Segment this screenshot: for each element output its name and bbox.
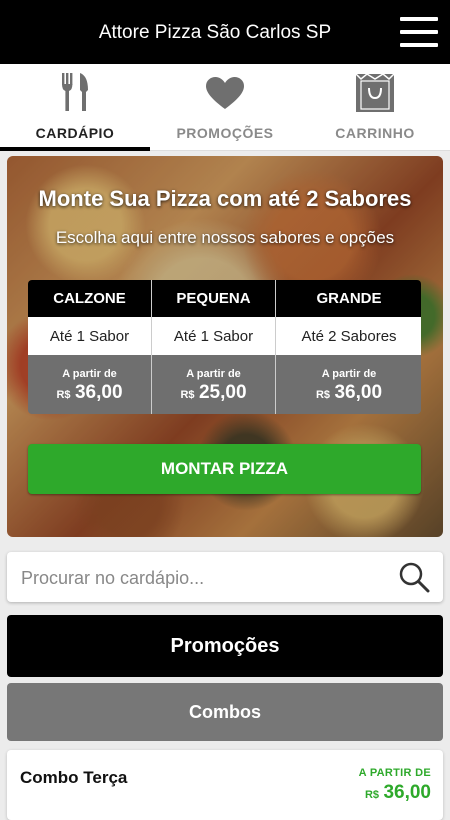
category-promocoes[interactable]: Promoções [7,615,443,677]
tab-promocoes[interactable]: PROMOÇÕES [150,64,300,150]
shopping-bag-icon [355,73,395,118]
hamburger-menu-icon[interactable] [400,17,438,47]
size-name: CALZONE [28,280,151,317]
build-pizza-button[interactable]: MONTAR PIZZA [28,444,421,494]
search-icon[interactable] [398,561,430,598]
size-price: R$ 36,00 [315,382,383,403]
heart-icon [205,76,245,115]
tab-carrinho[interactable]: CARRINHO [300,64,450,150]
size-flavors: Até 1 Sabor [28,317,151,355]
menu-search-bar [7,552,443,602]
category-combos[interactable]: Combos [7,683,443,741]
top-bar: Attore Pizza São Carlos SP [0,0,450,64]
size-price: R$ 36,00 [56,382,123,403]
item-price: R$ 36,00 [364,782,431,803]
fork-knife-icon [60,72,90,117]
size-name: PEQUENA [152,280,275,317]
tab-carrinho-label: CARRINHO [335,125,415,141]
price-from-label: A partir de [321,368,377,380]
app-title: Attore Pizza São Carlos SP [98,22,332,43]
item-price-from-label: A PARTIR DE [358,767,431,779]
size-price-box: A partir de R$ 36,00 [28,355,151,414]
menu-search-input[interactable] [19,560,383,596]
size-price-box: A partir de R$ 36,00 [276,355,421,414]
banner-subtitle: Escolha aqui entre nossos sabores e opçõ… [55,228,395,247]
banner-title: Monte Sua Pizza com até 2 Sabores [38,186,412,211]
build-pizza-banner: Monte Sua Pizza com até 2 Sabores Escolh… [7,156,443,537]
tab-bar: CARDÁPIO PROMOÇÕES CARRINHO [0,64,450,151]
tab-cardapio[interactable]: CARDÁPIO [0,64,150,151]
price-from-label: A partir de [62,368,117,380]
pizza-size-table: CALZONE Até 1 Sabor A partir de R$ 36,00… [28,280,421,414]
item-name: Combo Terça [20,768,128,787]
size-price-box: A partir de R$ 25,00 [152,355,275,414]
size-flavors: Até 1 Sabor [152,317,275,355]
size-price: R$ 25,00 [180,382,247,403]
list-item[interactable]: Combo Terça A PARTIR DE R$ 36,00 [7,750,443,820]
size-option-pequena[interactable]: PEQUENA Até 1 Sabor A partir de R$ 25,00 [151,280,275,414]
size-name: GRANDE [276,280,421,317]
tab-cardapio-label: CARDÁPIO [35,125,115,141]
size-flavors: Até 2 Sabores [276,317,421,355]
tab-promocoes-label: PROMOÇÕES [176,125,274,141]
size-option-calzone[interactable]: CALZONE Até 1 Sabor A partir de R$ 36,00 [28,280,151,414]
size-option-grande[interactable]: GRANDE Até 2 Sabores A partir de R$ 36,0… [275,280,421,414]
price-from-label: A partir de [186,368,241,380]
